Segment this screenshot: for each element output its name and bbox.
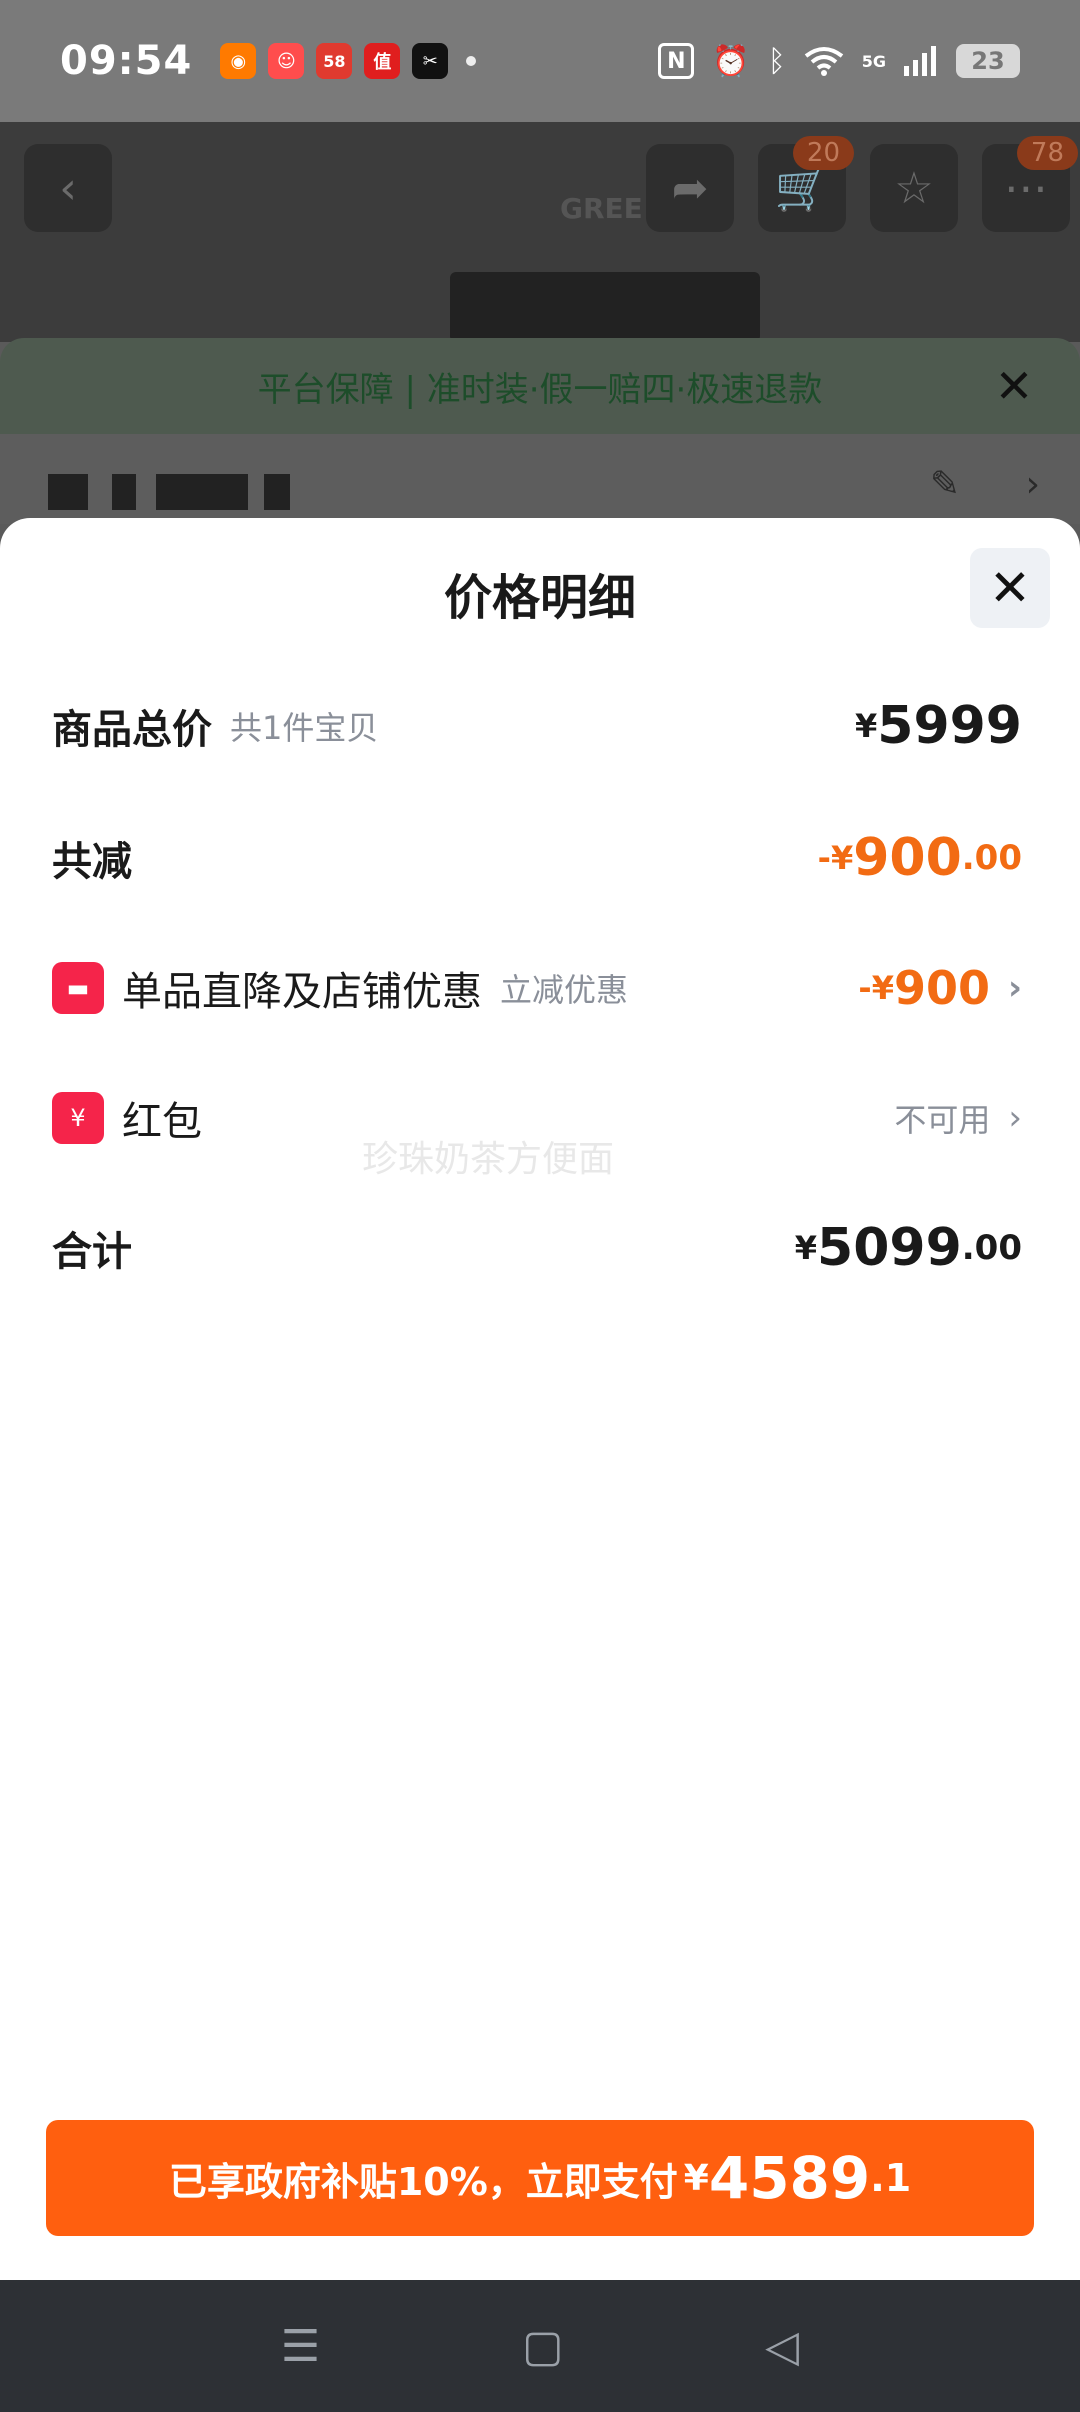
system-navigation-bar: ☰ ▢ ◁: [0, 2280, 1080, 2412]
total-discount-label: 共减: [52, 839, 132, 885]
goods-total-label: 商品总价: [52, 707, 212, 753]
edit-icon: ✎: [929, 464, 960, 505]
status-bar: 09:54 ◉ ☺ 58 值 ✂ N ⏰ ᛒ 5G 23: [0, 0, 1080, 122]
sum-row: 合计 ¥ 5099 .00: [52, 1208, 1022, 1288]
back-button: ‹: [24, 144, 112, 232]
background-product-header: ‹ GREE ➦ 🛒 20 ☆ ⋯ 78: [0, 122, 1080, 342]
goods-total-row: 商品总价 共1件宝贝 ¥ 5999: [52, 686, 1022, 766]
shop-discount-row[interactable]: ▬ 单品直降及店铺优惠 立减优惠 -¥ 900 ›: [52, 948, 1022, 1028]
back-nav-button[interactable]: ◁: [765, 2321, 799, 2372]
red-packet-icon: ¥: [52, 1092, 104, 1144]
goods-total-price: ¥ 5999: [855, 696, 1022, 756]
cart-button: 🛒 20: [758, 136, 854, 232]
sum-amount: ¥ 5099 .00: [794, 1218, 1022, 1278]
signal-icon: [904, 46, 936, 76]
brand-logo: GREE: [560, 192, 643, 225]
red-packet-status: 不可用: [894, 1101, 991, 1139]
red-packet-label: 红包: [122, 1099, 202, 1145]
alarm-icon: ⏰: [712, 43, 750, 79]
battery-icon: 23: [956, 44, 1020, 78]
chevron-right-icon: ›: [1007, 968, 1022, 1008]
app-capcut-icon: ✂: [412, 43, 449, 79]
home-nav-button[interactable]: ▢: [522, 2321, 564, 2372]
total-discount-row: 共减 -¥ 900 .00: [52, 818, 1022, 898]
chevron-right-icon: ›: [1025, 464, 1040, 505]
bluetooth-icon: ᛒ: [767, 43, 786, 79]
more-notifications-dot-icon: [466, 56, 477, 66]
close-icon: ✕: [989, 559, 1031, 617]
message-button: ⋯ 78: [982, 136, 1078, 232]
pay-amount: 4589: [708, 2144, 871, 2212]
share-button: ➦: [646, 144, 734, 232]
wifi-icon: [804, 47, 843, 76]
address-row: ✎ ›: [0, 434, 1080, 524]
goods-count-label: 共1件宝贝: [230, 709, 379, 747]
favorite-button: ☆: [870, 144, 958, 232]
chevron-right-icon: ›: [1008, 1098, 1022, 1138]
guarantee-text: 平台保障 | 准时装·假一赔四·极速退款: [257, 369, 823, 410]
app-58-icon: 58: [316, 43, 353, 79]
nfc-icon: N: [658, 43, 695, 79]
app-orange-icon: ◉: [220, 43, 257, 79]
app-mascot-icon: ☺: [268, 43, 305, 79]
total-discount-amount: -¥ 900 .00: [817, 828, 1022, 888]
blurred-address: [48, 474, 88, 510]
app-zhi-icon: 值: [364, 43, 401, 79]
guarantee-close-icon: ✕: [994, 359, 1034, 413]
status-indicators: N ⏰ ᛒ 5G 23: [658, 43, 1020, 79]
pay-now-button[interactable]: 已享政府补贴10%，立即支付 ¥ 4589 .1: [46, 2120, 1034, 2236]
price-detail-sheet: 价格明细 ✕ 商品总价 共1件宝贝 ¥ 5999 共减 -¥ 900 .00 ▬…: [0, 518, 1080, 2280]
shop-discount-label: 单品直降及店铺优惠: [122, 969, 482, 1015]
sheet-title: 价格明细: [443, 570, 636, 626]
shop-icon: ▬: [52, 962, 104, 1014]
shop-discount-sub: 立减优惠: [500, 971, 629, 1009]
watermark-text: 珍珠奶茶方便面: [362, 1139, 615, 1180]
guarantee-banner: 平台保障 | 准时装·假一赔四·极速退款 ✕: [0, 338, 1080, 434]
product-image: [450, 272, 760, 342]
close-sheet-button[interactable]: ✕: [970, 548, 1050, 628]
cart-count-badge: 20: [792, 136, 854, 170]
notification-app-icons: ◉ ☺ 58 值 ✂: [220, 43, 477, 79]
menu-nav-button[interactable]: ☰: [281, 2321, 320, 2372]
status-time: 09:54: [60, 38, 193, 84]
sum-label: 合计: [52, 1229, 132, 1275]
message-count-badge: 78: [1016, 136, 1078, 170]
shop-discount-amount: -¥ 900 ›: [858, 961, 1022, 1015]
pay-button-text: 已享政府补贴10%，立即支付: [168, 2159, 678, 2204]
network-type-label: 5G: [861, 51, 886, 71]
